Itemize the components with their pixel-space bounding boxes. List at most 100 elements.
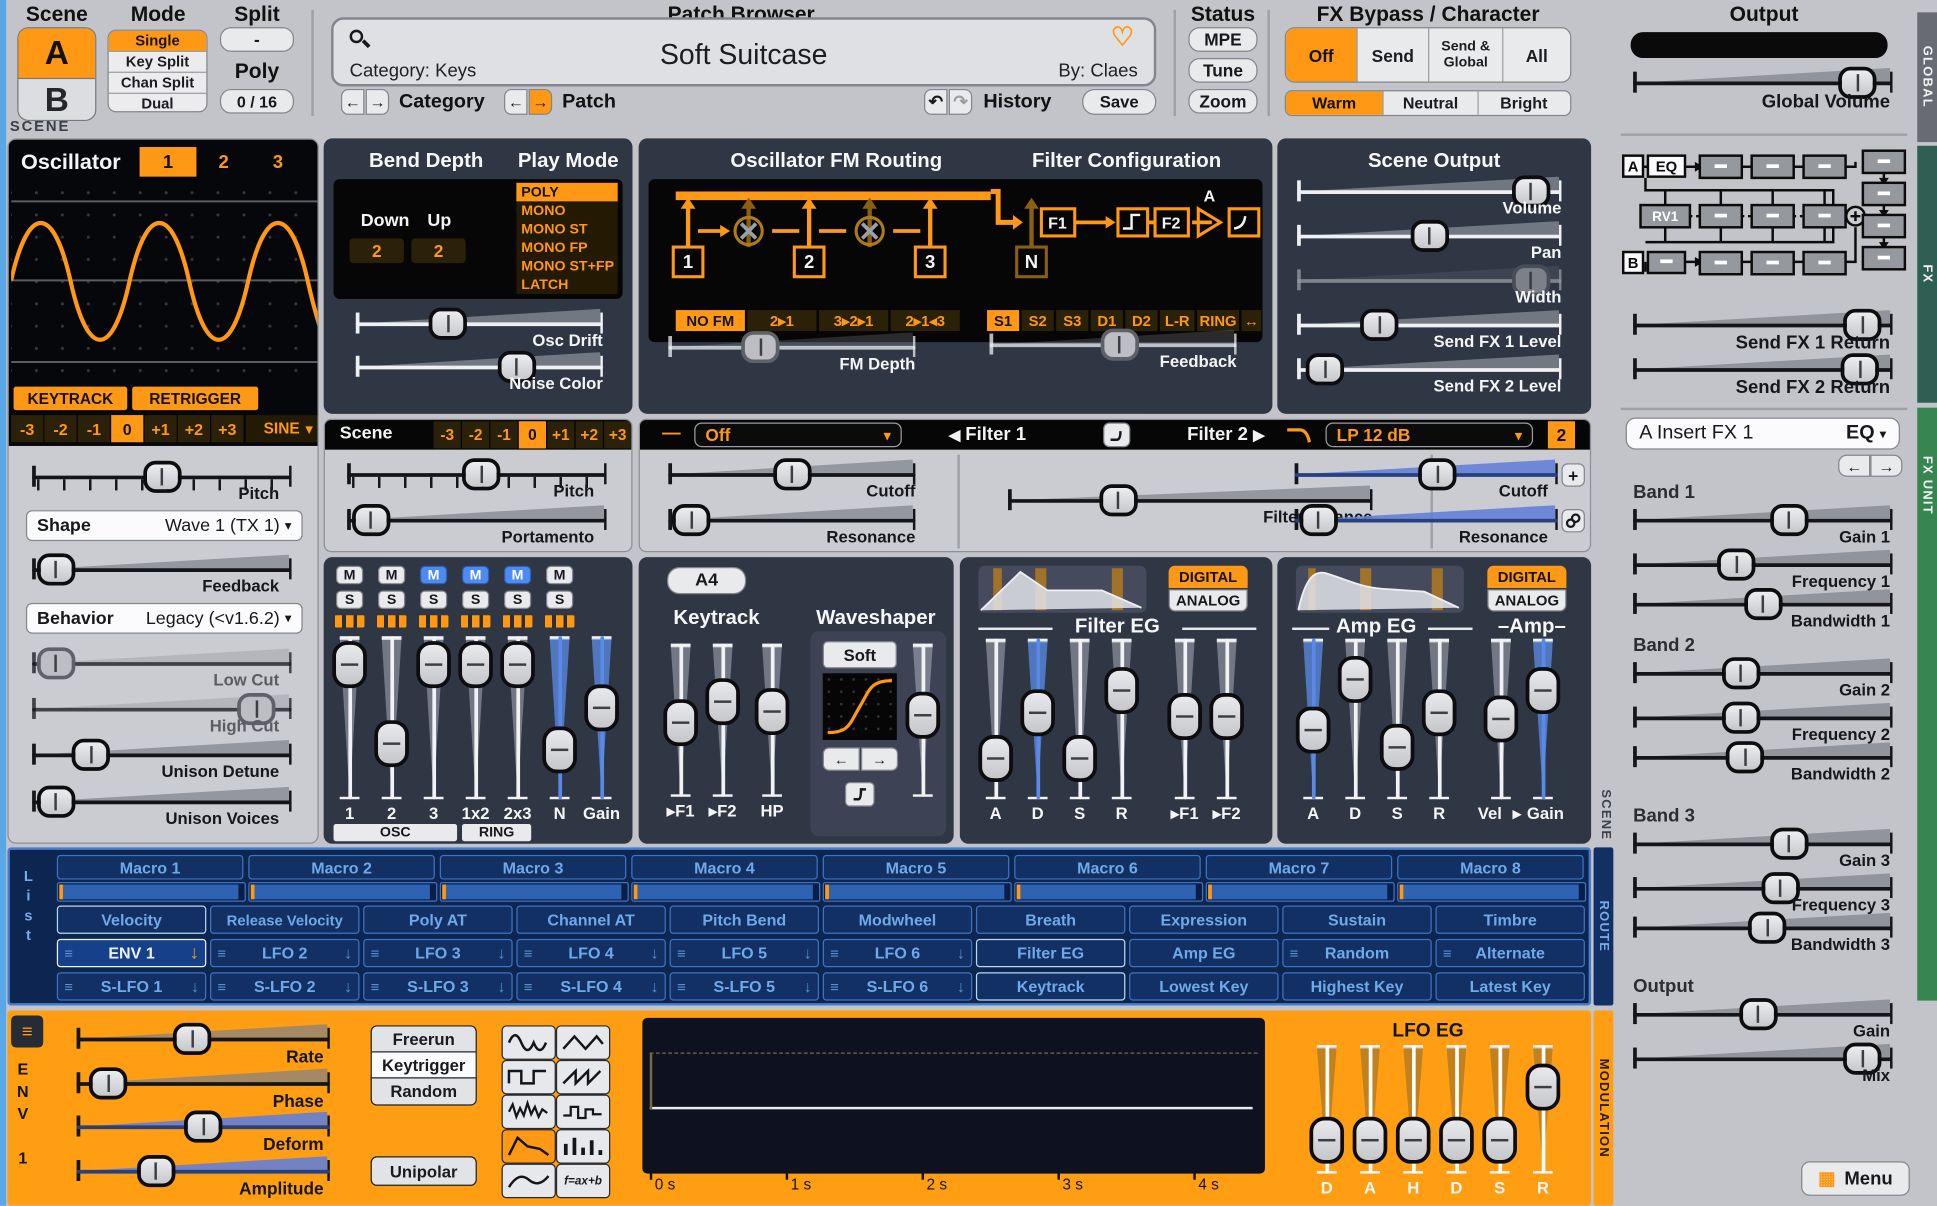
fm-option-3to2to1[interactable]: 3▸2▸1 [819,310,888,331]
mod-slfo2[interactable]: ≡S-LFO 2↓ [210,972,359,1000]
mute-2[interactable]: M [378,566,405,585]
hamburger-icon[interactable]: ≡ [830,978,839,995]
mode-chan-split[interactable]: Chan Split [109,73,207,94]
filter-eg-release[interactable] [1103,639,1140,800]
fx-bypass-send-global[interactable]: Send & Global [1429,28,1503,81]
amp-eg-attack[interactable] [1295,639,1332,800]
mode-dual[interactable]: Dual [109,94,207,113]
patch-prev-button[interactable]: ← [504,89,527,115]
tab-scene[interactable]: SCENE [1595,778,1614,852]
tab-fxunit-strip[interactable]: FX UNIT [1917,408,1937,1001]
waveshaper-next-button[interactable]: → [861,747,898,770]
mod-filter-eg[interactable]: Filter EG [976,939,1125,967]
amp-eg-digital[interactable]: DIGITAL [1487,566,1566,588]
mod-channel-at[interactable]: Channel AT [516,905,665,933]
osc-tab-1[interactable]: 1 [140,147,197,177]
patch-title[interactable]: Soft Suitcase [334,38,1154,71]
scene-a-button[interactable]: A [19,28,96,79]
arrow-down-icon[interactable]: ↓ [804,944,812,963]
mod-env1[interactable]: ≡ENV 1↓ [57,939,206,967]
mod-lfo5[interactable]: ≡LFO 5↓ [670,939,819,967]
fm-option-2to1[interactable]: 2▸1 [747,310,816,331]
filtercfg-swap-icon[interactable]: ↔ [1242,310,1262,331]
mod-latest-key[interactable]: Latest Key [1435,972,1584,1000]
lfo-shape-snh[interactable] [556,1095,610,1130]
mixer-gain-slider[interactable] [583,636,620,799]
scene-octave-plus1[interactable]: +1 [547,421,574,448]
fm-display[interactable]: 1 2 3 N F1 F2 A NO FM [649,179,1263,342]
solo-3[interactable]: S [420,590,447,609]
mod-release-velocity[interactable]: Release Velocity [210,905,359,933]
macro-7[interactable]: Macro 7 [1206,855,1393,880]
route-led-2x3[interactable] [503,615,533,627]
lfo-eg-release[interactable] [1524,1045,1561,1173]
tab-route-strip[interactable]: ROUTE [1594,847,1614,1005]
arrow-down-icon[interactable]: ↓ [650,944,658,963]
mute-3[interactable]: M [420,566,447,585]
tri-left-icon[interactable]: ◀ [949,426,960,443]
arrow-down-icon[interactable]: ↓ [804,977,812,996]
osc-tab-2[interactable]: 2 [196,147,250,177]
insert-fx-dropdown[interactable]: A Insert FX 1EQ▾ [1626,418,1900,450]
hamburger-icon[interactable]: ≡ [1443,944,1452,961]
mod-lfo2[interactable]: ≡LFO 2↓ [210,939,359,967]
category-next-button[interactable]: → [366,89,389,115]
lfo-shape-stepseq[interactable] [556,1129,610,1164]
play-mode-latch[interactable]: LATCH [516,275,617,294]
character-warm[interactable]: Warm [1286,91,1384,114]
lfo-freerun-button[interactable]: Freerun [371,1025,477,1053]
play-mode-mono-st[interactable]: MONO ST [516,220,617,239]
osc-octave-minus2[interactable]: -2 [44,415,76,442]
filter2-extend-button[interactable]: + [1561,463,1584,486]
favorite-heart-icon[interactable]: ♡ [1111,22,1134,53]
osc-octave-plus3[interactable]: +3 [211,415,243,442]
patch-next-button[interactable]: → [529,89,552,115]
tab-fx-strip[interactable]: FX [1917,146,1937,403]
save-button[interactable]: Save [1082,89,1156,115]
mod-sustain[interactable]: Sustain [1282,905,1431,933]
waveshaper-drive-slider[interactable] [904,644,941,797]
route-led-2[interactable] [377,615,407,627]
mod-lfo3[interactable]: ≡LFO 3↓ [363,939,512,967]
mod-pitch-bend[interactable]: Pitch Bend [670,905,819,933]
fx-prev-button[interactable]: ← [1838,455,1870,477]
hamburger-icon[interactable]: ≡ [677,944,686,961]
retrigger-toggle[interactable]: RETRIGGER [132,387,258,410]
osc-waveform-display[interactable] [11,189,317,379]
waveshaper-prev-button[interactable]: ← [823,747,860,770]
play-mode-mono-stfp[interactable]: MONO ST+FP [516,257,617,276]
mixer-ring1x2-slider[interactable] [457,636,494,799]
lfo-random-button[interactable]: Random [371,1077,477,1105]
mod-slfo6[interactable]: ≡S-LFO 6↓ [823,972,972,1000]
hamburger-icon[interactable]: ≡ [524,978,533,995]
mod-list-label[interactable]: List [20,867,45,946]
keytrack-f1-slider[interactable] [662,644,699,797]
mod-slfo5[interactable]: ≡S-LFO 5↓ [670,972,819,1000]
keytrack-root-button[interactable]: A4 [667,567,746,594]
mod-alternate[interactable]: ≡Alternate [1435,939,1584,967]
solo-1x2[interactable]: S [462,590,489,609]
route-led-1x2[interactable] [461,615,491,627]
arrow-down-icon[interactable]: ↓ [497,944,505,963]
split-value-button[interactable]: - [220,27,294,52]
fx-next-button[interactable]: → [1870,455,1902,477]
waveshaper-type-select[interactable]: Soft [823,641,897,668]
solo-1[interactable]: S [336,590,363,609]
fx-bypass-send[interactable]: Send [1358,28,1430,81]
keytrack-toggle[interactable]: KEYTRACK [14,387,128,410]
keytrack-hp-slider[interactable] [754,644,791,797]
play-mode-mono-fp[interactable]: MONO FP [516,238,617,257]
undo-button[interactable]: ↶ [924,89,947,115]
fx-bypass-all[interactable]: All [1503,28,1570,81]
route-led-n[interactable] [545,615,575,627]
lfo-eg-delay[interactable] [1308,1045,1345,1173]
arrow-down-icon[interactable]: ↓ [344,944,352,963]
scene-octave-zero[interactable]: 0 [519,421,546,448]
lfo-waveform-display[interactable] [642,1018,1265,1174]
filter-eg-attack[interactable] [977,639,1014,800]
play-mode-mono[interactable]: MONO [516,201,617,220]
route-led-1[interactable] [335,615,365,627]
character-neutral[interactable]: Neutral [1384,91,1479,114]
filter1-type-dropdown[interactable]: Off▾ [694,422,902,447]
hamburger-icon[interactable]: ≡ [64,944,73,961]
